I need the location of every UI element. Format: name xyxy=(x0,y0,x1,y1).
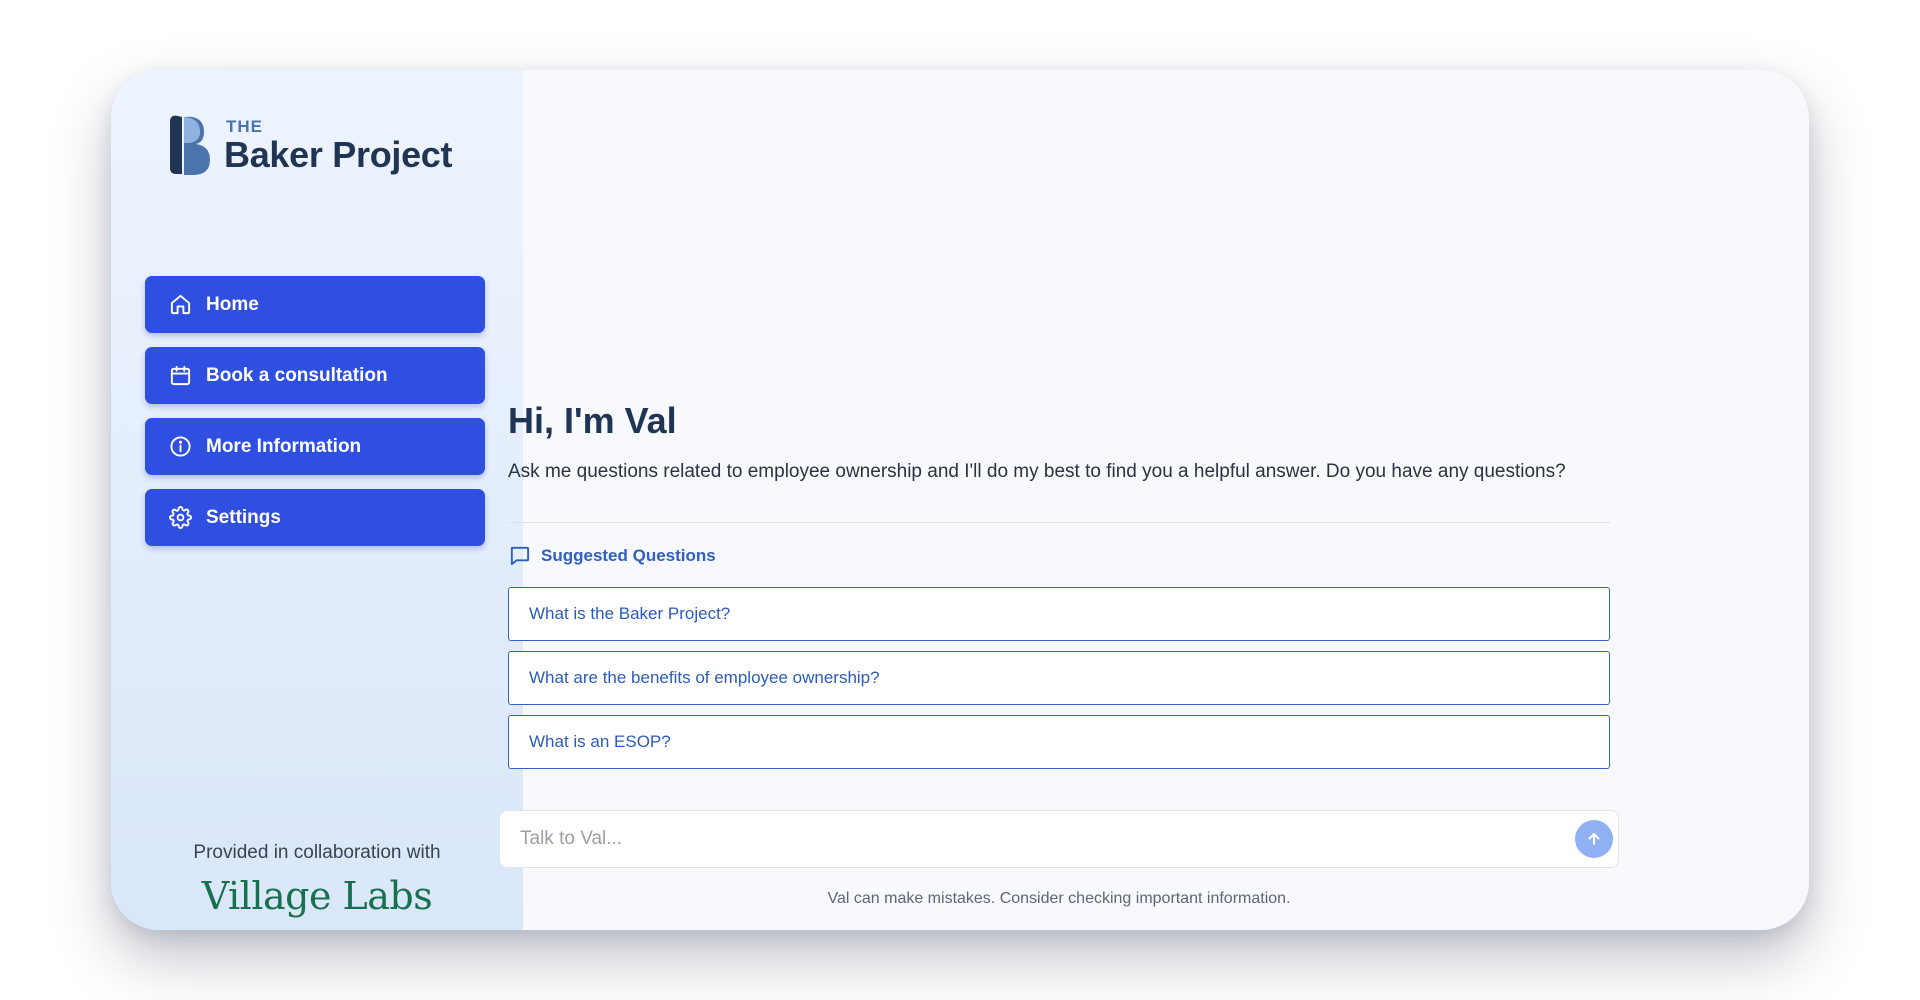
divider xyxy=(508,522,1610,523)
sidebar-item-book-consultation[interactable]: Book a consultation xyxy=(145,347,485,404)
sidebar-nav: Home Book a consultation More Informatio… xyxy=(145,276,485,546)
calendar-icon xyxy=(170,365,191,386)
gear-icon xyxy=(169,506,192,529)
sidebar-item-home[interactable]: Home xyxy=(145,276,485,333)
info-icon xyxy=(170,436,191,457)
sidebar: THE Baker Project Home Book a consultati… xyxy=(111,70,523,930)
sidebar-item-label: Book a consultation xyxy=(206,364,388,386)
baker-logo-icon xyxy=(170,115,210,176)
brand-logo[interactable]: THE Baker Project xyxy=(166,112,453,178)
logo-name: Baker Project xyxy=(224,133,453,175)
sidebar-item-label: More Information xyxy=(206,435,362,457)
suggested-questions-header: Suggested Questions xyxy=(508,544,716,567)
chat-bubble-icon xyxy=(510,546,530,566)
village-labs-logo[interactable]: Village Labs xyxy=(111,874,523,918)
suggested-question-text: What is the Baker Project? xyxy=(529,604,731,623)
sidebar-item-more-information[interactable]: More Information xyxy=(145,418,485,475)
page-title: Hi, I'm Val xyxy=(508,400,677,441)
suggested-question-button[interactable]: What are the benefits of employee owners… xyxy=(508,651,1610,705)
home-icon xyxy=(170,294,191,315)
sidebar-item-label: Settings xyxy=(206,506,281,528)
collaboration-text: Provided in collaboration with xyxy=(193,842,441,863)
chat-main xyxy=(523,70,1809,930)
arrow-up-icon xyxy=(1588,833,1600,845)
logo-prefix: THE xyxy=(226,116,263,136)
sidebar-item-label: Home xyxy=(206,293,259,315)
suggested-question-button[interactable]: What is an ESOP? xyxy=(508,715,1610,769)
collaboration-credit: Provided in collaboration with Village L… xyxy=(111,842,523,918)
suggested-question-button[interactable]: What is the Baker Project? xyxy=(508,587,1610,641)
chat-input[interactable] xyxy=(500,811,1575,867)
suggested-questions-list: What is the Baker Project? What are the … xyxy=(508,587,1610,769)
chat-composer xyxy=(499,810,1619,868)
send-button[interactable] xyxy=(1575,820,1613,858)
intro-text: Ask me questions related to employee own… xyxy=(508,461,1566,482)
suggested-question-text: What are the benefits of employee owners… xyxy=(529,668,880,687)
app-window: THE Baker Project Home Book a consultati… xyxy=(111,70,1809,930)
suggested-question-text: What is an ESOP? xyxy=(529,732,671,751)
disclaimer-text: Val can make mistakes. Consider checking… xyxy=(827,890,1291,907)
sidebar-item-settings[interactable]: Settings xyxy=(145,489,485,546)
suggested-questions-label: Suggested Questions xyxy=(541,545,716,565)
